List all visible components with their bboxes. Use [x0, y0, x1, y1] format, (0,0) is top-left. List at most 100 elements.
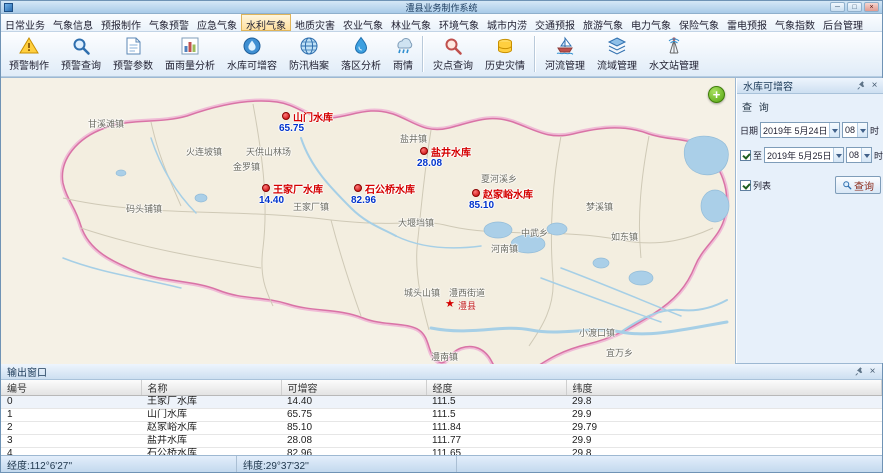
status-longitude: 经度:112°6'27'' [1, 456, 237, 472]
reservoir-capacity-value: 82.96 [351, 195, 376, 206]
column-header-1[interactable]: 编号 [1, 380, 141, 396]
menu-item-14[interactable]: 电力气象 [627, 14, 675, 31]
menu-item-17[interactable]: 气象指数 [771, 14, 819, 31]
table-cell: 111.5 [426, 396, 566, 409]
table-cell: 2 [1, 422, 141, 435]
table-row[interactable]: 2赵家峪水库85.10111.8429.79 [1, 422, 882, 435]
chart-tool-button[interactable]: 面雨量分析 [159, 33, 221, 75]
menu-item-16[interactable]: 雷电预报 [723, 14, 771, 31]
tool-label: 灾点查询 [433, 57, 473, 72]
map-overlay: 甘溪滩镇火连坡镇天供山林场金罗镇盐井镇码头铺镇王家厂镇夏河溪乡梦溪镇大堰垱镇中武… [1, 78, 736, 364]
town-label: 天供山林场 [246, 145, 291, 158]
town-label: 盐井镇 [400, 132, 427, 145]
searchred-tool-button[interactable]: 灾点查询 [427, 33, 479, 75]
drop-tool-button[interactable]: 落区分析 [335, 33, 387, 75]
table-cell: 29.8 [566, 448, 882, 456]
zoom-in-button[interactable]: + [708, 86, 725, 103]
search-tool-button[interactable]: 预警查询 [55, 33, 107, 75]
menu-item-7[interactable]: 地质灾害 [291, 14, 339, 31]
table-row[interactable]: 0王家厂水库14.40111.529.8 [1, 396, 882, 409]
coins-tool-button[interactable]: 历史灾情 [479, 33, 531, 75]
county-name: 澧县 [458, 299, 476, 312]
panel-header: 水库可增容 × [737, 78, 883, 94]
table-row[interactable]: 4石公桥水库82.96111.6529.8 [1, 448, 882, 456]
start-date-select[interactable]: 2019年 5月24日 [760, 122, 840, 138]
tool-label: 水文站管理 [649, 57, 699, 72]
menu-item-10[interactable]: 环境气象 [435, 14, 483, 31]
menu-item-1[interactable]: 日常业务 [1, 14, 49, 31]
doc-icon [123, 36, 143, 56]
list-checkbox[interactable] [740, 180, 751, 191]
close-icon[interactable]: × [869, 80, 880, 91]
pin-icon[interactable] [856, 80, 867, 91]
doc-tool-button[interactable]: 预警参数 [107, 33, 159, 75]
warning-icon [19, 36, 39, 56]
boat-tool-button[interactable]: 河流管理 [539, 33, 591, 75]
column-header-5[interactable]: 纬度 [566, 380, 882, 396]
tool-label: 防汛档案 [289, 57, 329, 72]
query-section-title: 查 询 [742, 99, 881, 114]
close-button[interactable]: × [864, 2, 879, 12]
date-label: 日期 [740, 124, 758, 137]
table-cell: 盐井水库 [141, 435, 281, 448]
warning-tool-button[interactable]: 预警制作 [3, 33, 55, 75]
column-header-3[interactable]: 可增容 [281, 380, 426, 396]
table-cell: 85.10 [281, 422, 426, 435]
reservoir-name: 王家厂水库 [273, 181, 323, 196]
tool-label: 预警查询 [61, 57, 101, 72]
coins-icon [495, 36, 515, 56]
menu-item-15[interactable]: 保险气象 [675, 14, 723, 31]
maximize-button[interactable]: □ [847, 2, 862, 12]
town-label: 王家厂镇 [293, 200, 329, 213]
layers-tool-button[interactable]: 流域管理 [591, 33, 643, 75]
tool-label: 流域管理 [597, 57, 637, 72]
query-form: 查 询 日期 2019年 5月24日 08 时 至 [737, 94, 883, 363]
rain-tool-button[interactable]: 雨情 [387, 33, 419, 75]
marker-dot-icon [420, 147, 428, 155]
menu-item-3[interactable]: 预报制作 [97, 14, 145, 31]
menu-item-13[interactable]: 旅游气象 [579, 14, 627, 31]
close-icon[interactable]: × [867, 366, 878, 377]
column-header-2[interactable]: 名称 [141, 380, 281, 396]
globe-tool-button[interactable]: 防汛档案 [283, 33, 335, 75]
layers-icon [607, 36, 627, 56]
town-label: 甘溪滩镇 [88, 117, 124, 130]
reservoir-name: 赵家峪水库 [483, 186, 533, 201]
query-button[interactable]: 查询 [835, 176, 881, 194]
menu-item-12[interactable]: 交通预报 [531, 14, 579, 31]
column-header-4[interactable]: 经度 [426, 380, 566, 396]
menu-item-11[interactable]: 城市内涝 [483, 14, 531, 31]
searchred-icon [443, 36, 463, 56]
to-checkbox[interactable] [740, 150, 751, 161]
output-table: 编号名称可增容经度纬度 0王家厂水库14.40111.529.81山门水库65.… [1, 380, 882, 455]
pin-icon[interactable] [854, 366, 865, 377]
table-row[interactable]: 3盐井水库28.08111.7729.9 [1, 435, 882, 448]
reservoir-capacity-panel: 水库可增容 × 查 询 日期 2019年 5月24日 08 [736, 78, 883, 363]
start-date-row: 日期 2019年 5月24日 08 时 [740, 122, 881, 138]
table-header-row: 编号名称可增容经度纬度 [1, 380, 882, 396]
reservoir-tool-button[interactable]: 水库可增容 [221, 33, 283, 75]
map-canvas[interactable]: 甘溪滩镇火连坡镇天供山林场金罗镇盐井镇码头铺镇王家厂镇夏河溪乡梦溪镇大堰垱镇中武… [1, 78, 736, 364]
menu-item-9[interactable]: 林业气象 [387, 14, 435, 31]
menu-item-6[interactable]: 水利气象 [241, 14, 291, 31]
menu-item-5[interactable]: 应急气象 [193, 14, 241, 31]
search-icon [71, 36, 91, 56]
reservoir-capacity-value: 65.75 [279, 123, 304, 134]
minimize-button[interactable]: ─ [830, 2, 845, 12]
end-hour-select[interactable]: 08 [846, 147, 872, 163]
chevron-down-icon [829, 123, 839, 137]
menu-item-4[interactable]: 气象预警 [145, 14, 193, 31]
start-hour-select[interactable]: 08 [842, 122, 868, 138]
table-cell: 29.9 [566, 435, 882, 448]
menu-item-2[interactable]: 气象信息 [49, 14, 97, 31]
table-row[interactable]: 1山门水库65.75111.529.9 [1, 409, 882, 422]
table-cell: 0 [1, 396, 141, 409]
end-date-select[interactable]: 2019年 5月25日 [764, 147, 844, 163]
menu-item-18[interactable]: 后台管理 [819, 14, 867, 31]
town-label: 中武乡 [521, 226, 548, 239]
table-cell: 29.9 [566, 409, 882, 422]
station-tool-button[interactable]: 水文站管理 [643, 33, 705, 75]
status-latitude: 纬度:29°37'32'' [237, 456, 457, 472]
menu-item-8[interactable]: 农业气象 [339, 14, 387, 31]
tool-label: 预警参数 [113, 57, 153, 72]
